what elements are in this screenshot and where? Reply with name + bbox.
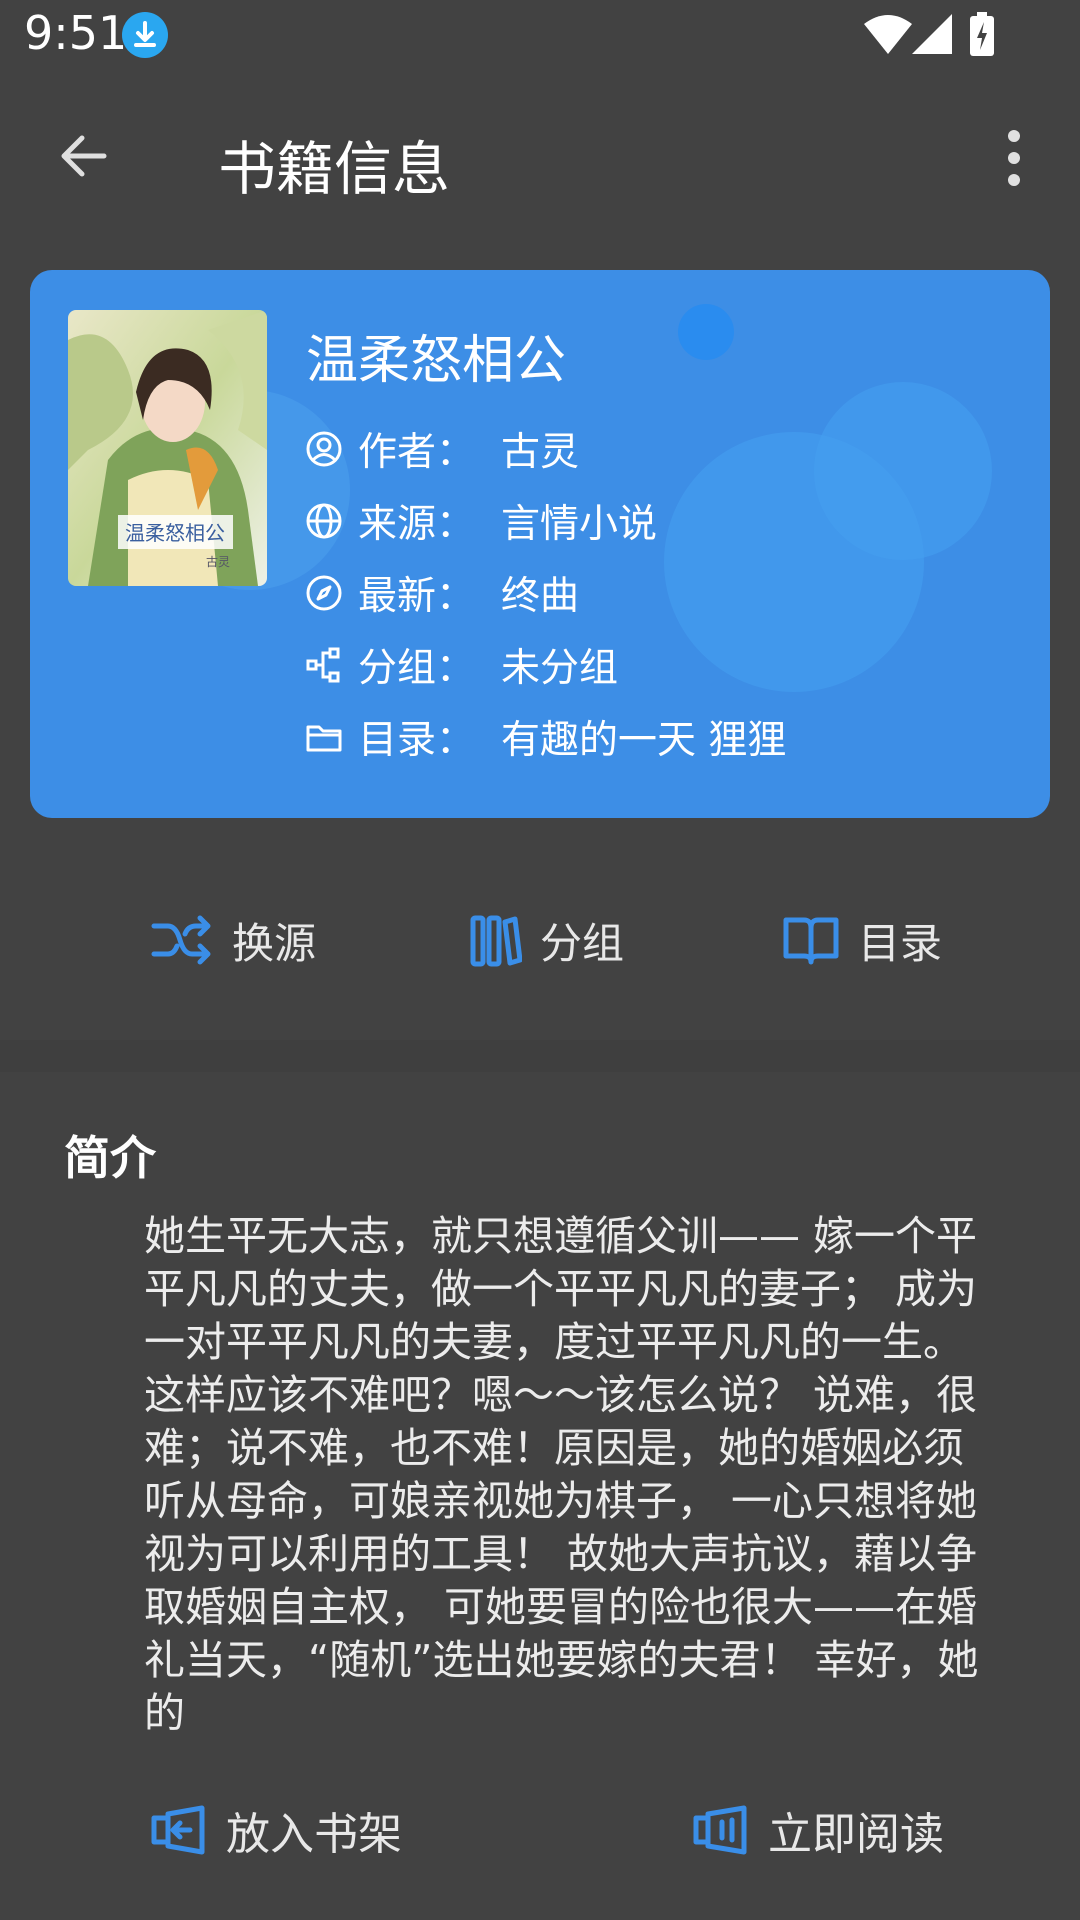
folder-icon bbox=[306, 725, 342, 752]
group-button[interactable]: 分组 bbox=[470, 908, 624, 972]
section-divider bbox=[0, 1040, 1080, 1072]
user-circle-icon bbox=[306, 431, 342, 467]
battery-icon bbox=[970, 12, 994, 56]
change-source-button[interactable]: 换源 bbox=[150, 908, 316, 972]
shuffle-icon bbox=[151, 915, 211, 965]
wifi-icon bbox=[864, 15, 912, 54]
info-value: 言情小说 bbox=[501, 502, 658, 547]
info-row-group: 分组： 未分组 bbox=[304, 640, 619, 691]
info-label: 作者： bbox=[358, 430, 476, 475]
toc-label: 目录 bbox=[858, 918, 943, 968]
read-now-button[interactable]: 立即阅读 bbox=[692, 1800, 944, 1860]
read-icon bbox=[693, 1805, 747, 1855]
info-row-latest: 最新： 终曲 bbox=[304, 568, 580, 619]
back-arrow-icon[interactable] bbox=[52, 124, 116, 188]
info-label: 来源： bbox=[358, 502, 476, 547]
add-to-shelf-button[interactable]: 放入书架 bbox=[150, 1800, 402, 1860]
info-value: 有趣的一天 狸狸 bbox=[501, 718, 787, 763]
book-title: 温柔怒相公 bbox=[306, 331, 567, 391]
intro-text[interactable]: 她生平无大志，就只想遵循父训—— 嫁一个平平凡凡的丈夫，做一个平平凡凡的妻子； … bbox=[144, 1210, 1000, 1740]
read-now-label: 立即阅读 bbox=[768, 1809, 944, 1860]
open-book-icon bbox=[783, 917, 839, 965]
cover-author-text: 古灵 bbox=[206, 554, 230, 569]
globe-icon bbox=[306, 503, 342, 539]
compass-icon bbox=[306, 575, 342, 611]
books-shelf-icon bbox=[470, 915, 522, 967]
add-shelf-icon bbox=[151, 1805, 205, 1855]
add-to-shelf-label: 放入书架 bbox=[226, 1809, 402, 1860]
status-time: 9:51 bbox=[24, 6, 128, 60]
info-value: 未分组 bbox=[501, 646, 619, 691]
download-icon bbox=[122, 12, 168, 58]
page-title: 书籍信息 bbox=[218, 135, 451, 203]
info-label: 分组： bbox=[358, 646, 476, 691]
info-value: 古灵 bbox=[501, 430, 580, 475]
info-row-toc: 目录： 有趣的一天 狸狸 bbox=[304, 712, 787, 763]
group-icon bbox=[306, 647, 340, 683]
cover-title-text: 温柔怒相公 bbox=[125, 521, 225, 545]
intro-heading: 简介 bbox=[64, 1131, 156, 1185]
more-vert-icon[interactable] bbox=[1000, 128, 1028, 188]
info-label: 目录： bbox=[358, 718, 476, 763]
change-source-label: 换源 bbox=[232, 918, 317, 968]
info-row-author: 作者： 古灵 bbox=[304, 424, 580, 475]
book-cover-image[interactable]: 温柔怒相公 古灵 bbox=[68, 310, 267, 586]
info-value: 终曲 bbox=[501, 574, 580, 619]
toc-button[interactable]: 目录 bbox=[782, 908, 942, 972]
info-row-source: 来源： 言情小说 bbox=[304, 496, 658, 547]
group-label: 分组 bbox=[540, 918, 625, 968]
signal-icon bbox=[912, 14, 952, 54]
info-label: 最新： bbox=[358, 574, 476, 619]
